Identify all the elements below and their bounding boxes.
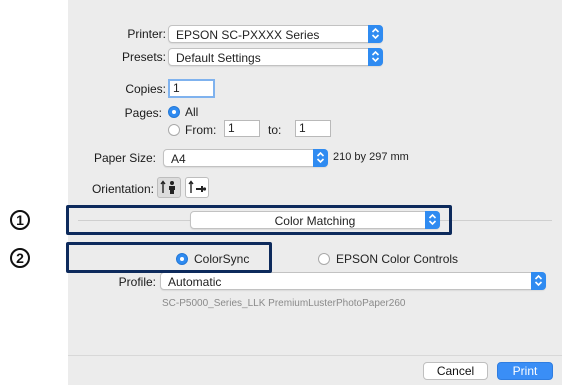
chevron-updown-icon: [531, 272, 546, 290]
portrait-icon: [160, 180, 175, 194]
pages-to-field[interactable]: 1: [295, 120, 331, 137]
pages-from-label: From:: [185, 123, 217, 137]
paper-size-dimensions: 210 by 297 mm: [333, 151, 409, 163]
presets-popup[interactable]: Default Settings: [168, 48, 383, 66]
pages-all-radio[interactable]: [168, 106, 180, 118]
pages-to-label: to:: [268, 123, 282, 137]
profile-value: Automatic: [168, 275, 222, 289]
paper-size-popup[interactable]: A4: [163, 149, 328, 167]
profile-popup[interactable]: Automatic: [160, 272, 546, 290]
printer-value: EPSON SC-PXXXX Series: [176, 28, 320, 42]
pages-all-label: All: [185, 105, 199, 119]
pages-label: Pages:: [124, 106, 162, 120]
chevron-updown-icon: [368, 48, 383, 66]
callout-box-2: [66, 242, 272, 273]
profile-label: Profile:: [118, 275, 156, 289]
printer-popup[interactable]: EPSON SC-PXXXX Series: [168, 25, 383, 43]
callout-box-1: [66, 205, 452, 235]
copies-label: Copies:: [125, 82, 166, 96]
profile-description: SC-P5000_Series_LLK PremiumLusterPhotoPa…: [162, 298, 406, 309]
paper-size-value: A4: [171, 152, 186, 166]
footer-separator: [68, 355, 562, 356]
chevron-updown-icon: [368, 25, 383, 43]
copies-field[interactable]: 1: [168, 79, 215, 98]
orientation-portrait-button[interactable]: [157, 177, 181, 198]
print-button[interactable]: Print: [497, 362, 553, 380]
orientation-landscape-button[interactable]: [185, 177, 209, 198]
printer-label: Printer:: [127, 27, 166, 41]
pages-from-field[interactable]: 1: [224, 120, 260, 137]
presets-value: Default Settings: [176, 51, 261, 65]
landscape-icon: [188, 180, 207, 193]
print-dialog: Printer: EPSON SC-PXXXX Series Presets: …: [68, 0, 562, 385]
epson-color-controls-label: EPSON Color Controls: [336, 252, 459, 266]
chevron-updown-icon: [313, 149, 328, 167]
callout-number-1: 1: [10, 210, 30, 230]
orientation-label: Orientation:: [91, 182, 154, 196]
callout-number-2: 2: [10, 248, 30, 268]
epson-color-controls-radio[interactable]: [318, 253, 330, 265]
paper-size-label: Paper Size:: [93, 151, 156, 165]
pages-from-radio[interactable]: [168, 124, 180, 136]
presets-label: Presets:: [121, 50, 166, 64]
cancel-button[interactable]: Cancel: [423, 362, 488, 380]
